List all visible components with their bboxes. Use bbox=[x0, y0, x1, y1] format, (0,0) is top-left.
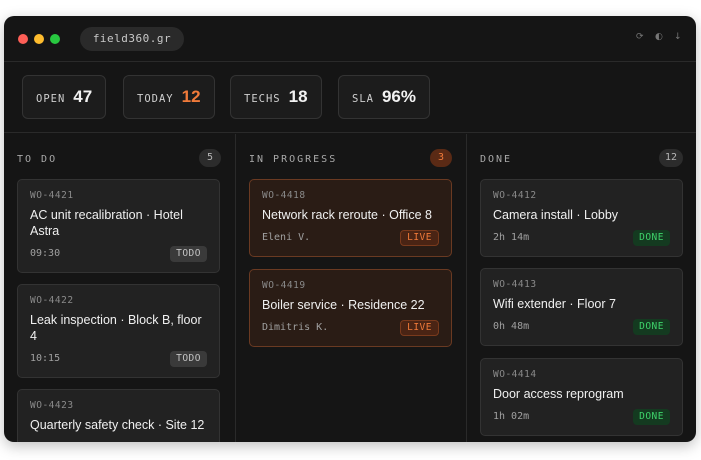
duration: 2h 14m bbox=[493, 232, 530, 243]
status-badge: DONE bbox=[633, 319, 670, 335]
assignee: Dimitris K. bbox=[262, 322, 329, 333]
status-badge: DONE bbox=[633, 409, 670, 425]
status-badge: DONE bbox=[633, 230, 670, 246]
duration: 0h 48m bbox=[493, 321, 530, 332]
work-order-title: Network rack reroute · Office 8 bbox=[262, 208, 432, 222]
work-order-time: 10:15 bbox=[30, 353, 61, 364]
stat-value: 47 bbox=[73, 87, 93, 106]
status-badge: TODO bbox=[170, 246, 207, 262]
work-order-card[interactable]: WO-4423 Quarterly safety check · Site 12 bbox=[17, 389, 220, 442]
column-title: DONE bbox=[480, 154, 513, 165]
download-icon[interactable]: ↓ bbox=[674, 32, 682, 42]
work-order-card[interactable]: WO-4419 Boiler service · Residence 22 Di… bbox=[249, 269, 452, 347]
work-order-card[interactable]: WO-4421 AC unit recalibration · Hotel As… bbox=[17, 179, 220, 273]
column-header: TO DO 5 bbox=[17, 149, 221, 167]
column-count: 5 bbox=[199, 149, 221, 167]
work-order-card[interactable]: WO-4418 Network rack reroute · Office 8 … bbox=[249, 179, 452, 257]
minimize-window-button[interactable] bbox=[34, 34, 44, 44]
stat-label: SLA bbox=[352, 92, 374, 105]
work-order-id: WO-4423 bbox=[30, 400, 74, 411]
column-todo: TO DO 5 WO-4421 AC unit recalibration · … bbox=[4, 134, 234, 442]
theme-icon[interactable]: ◐ bbox=[655, 32, 663, 42]
column-count: 3 bbox=[430, 149, 452, 167]
work-order-id: WO-4413 bbox=[493, 279, 537, 290]
work-order-title: Leak inspection · Block B, floor 4 bbox=[30, 313, 202, 343]
work-order-title: Boiler service · Residence 22 bbox=[262, 298, 425, 312]
work-order-id: WO-4418 bbox=[262, 190, 306, 201]
work-order-id: WO-4419 bbox=[262, 280, 306, 291]
work-order-time: 09:30 bbox=[30, 248, 61, 259]
status-badge: LIVE bbox=[400, 230, 439, 246]
column-header: DONE 12 bbox=[480, 149, 683, 167]
work-order-card[interactable]: WO-4413 Wifi extender · Floor 7 0h 48m DO… bbox=[480, 268, 683, 346]
stat-label: TECHS bbox=[244, 92, 281, 105]
work-order-card[interactable]: WO-4412 Camera install · Lobby 2h 14m DON… bbox=[480, 179, 683, 257]
stat-sla: SLA 96% bbox=[338, 75, 430, 119]
work-order-id: WO-4422 bbox=[30, 295, 74, 306]
work-order-title: Door access reprogram bbox=[493, 387, 624, 401]
stat-techs: TECHS 18 bbox=[230, 75, 322, 119]
title-bar: field360.gr ⟳ ◐ ↓ bbox=[4, 16, 696, 62]
work-order-id: WO-4412 bbox=[493, 190, 537, 201]
stat-open: OPEN 47 bbox=[22, 75, 107, 119]
work-order-title: Wifi extender · Floor 7 bbox=[493, 297, 616, 311]
stat-label: OPEN bbox=[36, 92, 66, 105]
duration: 1h 02m bbox=[493, 411, 530, 422]
column-header: IN PROGRESS 3 bbox=[249, 149, 452, 167]
status-badge: TODO bbox=[170, 351, 207, 367]
stat-value: 12 bbox=[181, 87, 201, 106]
work-order-title: Camera install · Lobby bbox=[493, 208, 619, 222]
stat-today: TODAY 12 bbox=[123, 75, 215, 119]
column-title: TO DO bbox=[17, 154, 58, 165]
stat-value: 18 bbox=[288, 87, 308, 106]
work-order-title: AC unit recalibration · Hotel Astra bbox=[30, 208, 183, 238]
stat-label: TODAY bbox=[137, 92, 174, 105]
work-order-id: WO-4414 bbox=[493, 369, 537, 380]
refresh-icon[interactable]: ⟳ bbox=[636, 32, 644, 42]
stats-bar: OPEN 47 TODAY 12 TECHS 18 SLA 96% bbox=[4, 63, 696, 133]
status-badge: LIVE bbox=[400, 320, 439, 336]
close-window-button[interactable] bbox=[18, 34, 28, 44]
work-order-title: Quarterly safety check · Site 12 bbox=[30, 418, 205, 432]
work-order-card[interactable]: WO-4422 Leak inspection · Block B, floor… bbox=[17, 284, 220, 378]
column-done: DONE 12 WO-4412 Camera install · Lobby 2… bbox=[466, 134, 696, 442]
work-order-id: WO-4421 bbox=[30, 190, 74, 201]
work-order-card[interactable]: WO-4414 Door access reprogram 1h 02m DONE bbox=[480, 358, 683, 436]
column-in-progress: IN PROGRESS 3 WO-4418 Network rack rerou… bbox=[235, 134, 465, 442]
assignee: Eleni V. bbox=[262, 232, 311, 243]
stat-value: 96% bbox=[381, 87, 416, 106]
app-window: field360.gr ⟳ ◐ ↓ OPEN 47 TODAY 12 TECHS… bbox=[4, 16, 696, 442]
maximize-window-button[interactable] bbox=[50, 34, 60, 44]
url-bar[interactable]: field360.gr bbox=[80, 27, 184, 51]
column-count: 12 bbox=[658, 149, 683, 167]
kanban-board: TO DO 5 WO-4421 AC unit recalibration · … bbox=[4, 134, 696, 442]
column-title: IN PROGRESS bbox=[249, 154, 338, 165]
